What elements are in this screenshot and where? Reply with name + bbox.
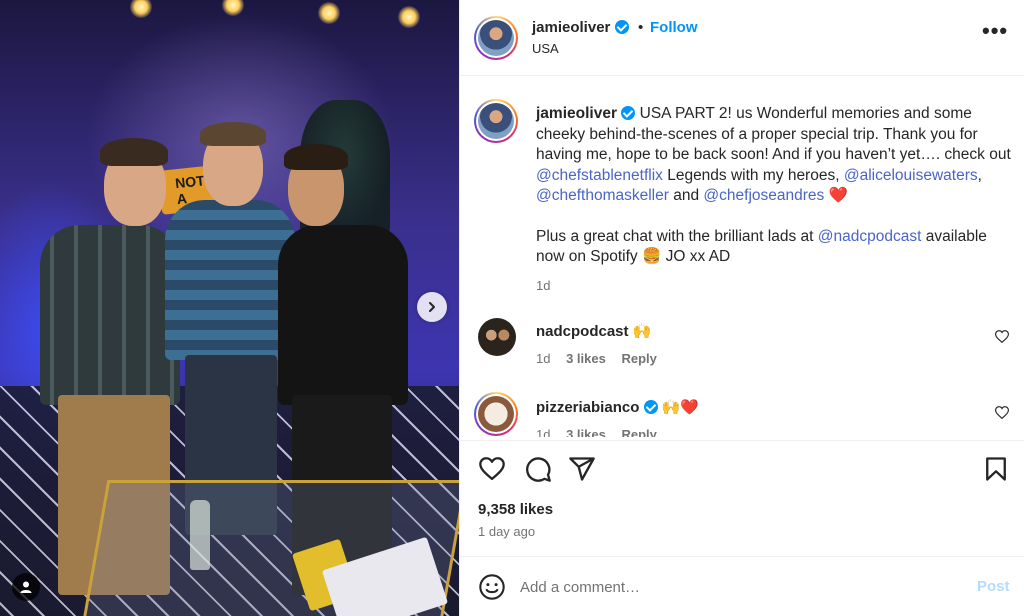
comment-composer: Post [460, 556, 1024, 616]
emoji-smiley-icon[interactable] [478, 573, 506, 601]
comment-likes[interactable]: 3 likes [566, 427, 606, 437]
light-bulb [398, 6, 420, 28]
author-avatar[interactable] [474, 16, 518, 60]
comments-scroll-area[interactable]: jamieoliver USA PART 2! us Wonderful mem… [460, 77, 1024, 437]
comment-timestamp[interactable]: 1d [536, 351, 550, 366]
caption-text: , [977, 166, 982, 184]
separator-dot: • [638, 19, 644, 36]
burger-emoji: 🍔 [642, 248, 662, 265]
verified-badge-icon [614, 20, 629, 34]
commenter-avatar[interactable] [478, 318, 516, 356]
post-actions-bar [460, 440, 1024, 500]
like-heart-icon[interactable] [478, 455, 506, 483]
share-paper-plane-icon[interactable] [568, 455, 596, 483]
caption-text: Plus a great chat with the brilliant lad… [536, 227, 814, 245]
reply-button[interactable]: Reply [621, 351, 656, 366]
post-details-panel: jamieoliver • Follow USA ••• jamieoliver… [459, 0, 1024, 616]
author-username-text[interactable]: jamieoliver [532, 19, 610, 36]
post-timestamp[interactable]: 1 day ago [478, 524, 535, 539]
commenter-username[interactable]: nadcpodcast 🙌 [536, 322, 651, 340]
user-icon [20, 581, 32, 593]
commenter-avatar[interactable] [474, 392, 518, 436]
comment-item: nadcpodcast 🙌 1d 3 likes Reply [460, 313, 1024, 383]
save-bookmark-icon[interactable] [982, 455, 1010, 483]
chevron-right-icon [429, 302, 435, 312]
light-bulb [222, 0, 244, 16]
likes-count[interactable]: 9,358 likes [478, 501, 553, 518]
comment-bubble-icon[interactable] [524, 455, 552, 483]
verified-badge-icon [621, 106, 636, 120]
comment-text: 🙌❤️ [661, 399, 700, 416]
caption-text: and [673, 187, 700, 204]
like-comment-heart-icon[interactable] [995, 406, 1009, 419]
mention-link[interactable]: @alicelouisewaters [844, 167, 978, 184]
commenter-username[interactable]: pizzeriabianco 🙌❤️ [536, 398, 699, 416]
water-bottle [190, 500, 210, 570]
caption-text: JO xx AD [665, 248, 731, 265]
post-photo[interactable]: NOT A [0, 0, 459, 616]
comment-timestamp[interactable]: 1d [536, 427, 550, 437]
comment-text: 🙌 [632, 323, 652, 340]
mention-link[interactable]: @chefthomaskeller [536, 187, 669, 204]
caption-timestamp[interactable]: 1d [536, 276, 1014, 297]
comment-meta: 1d 3 likes Reply [536, 427, 669, 437]
light-bulb [130, 0, 152, 18]
caption-author[interactable]: jamieoliver [536, 105, 617, 122]
caption-text: Legends with my heroes, [667, 166, 840, 184]
post-comment-button[interactable]: Post [977, 578, 1010, 595]
light-bulb [318, 2, 340, 24]
mention-link[interactable]: @chefstablenetflix [536, 167, 663, 184]
comment-likes[interactable]: 3 likes [566, 351, 606, 366]
post-location[interactable]: USA [532, 41, 559, 56]
verified-badge-icon [643, 400, 658, 414]
commenter-username-text[interactable]: nadcpodcast [536, 323, 629, 340]
heart-emoji: ❤️ [828, 187, 848, 204]
author-username[interactable]: jamieoliver [532, 19, 629, 36]
mention-link[interactable]: @chefjoseandres [703, 187, 824, 204]
comment-input[interactable] [520, 573, 960, 601]
like-comment-heart-icon[interactable] [995, 330, 1009, 343]
commenter-username-text[interactable]: pizzeriabianco [536, 399, 639, 416]
tagged-users-button[interactable] [12, 573, 40, 601]
next-image-button[interactable] [417, 292, 447, 322]
comment-item: pizzeriabianco 🙌❤️ 1d 3 likes Reply [460, 389, 1024, 437]
post-header: jamieoliver • Follow USA ••• [460, 0, 1024, 76]
mention-link[interactable]: @nadcpodcast [818, 228, 922, 245]
follow-button[interactable]: Follow [650, 19, 698, 36]
post-caption: jamieoliver USA PART 2! us Wonderful mem… [536, 104, 1014, 296]
caption-author-avatar[interactable] [474, 99, 518, 143]
more-options-icon[interactable]: ••• [982, 20, 1008, 42]
comment-meta: 1d 3 likes Reply [536, 351, 669, 366]
reply-button[interactable]: Reply [621, 427, 656, 437]
